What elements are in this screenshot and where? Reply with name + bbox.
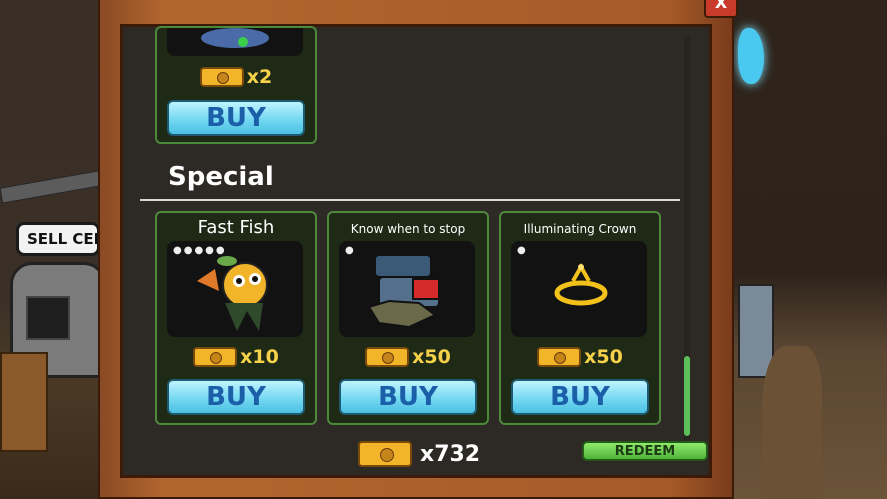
close-button[interactable]: X xyxy=(704,0,738,18)
price: x50 xyxy=(329,346,487,368)
price-text: x2 xyxy=(246,66,273,88)
coin-icon xyxy=(537,347,582,367)
buy-button[interactable]: BUY xyxy=(167,379,305,415)
coin-icon xyxy=(199,67,244,87)
item-image: ●●●●● xyxy=(167,241,303,337)
gadget-icon xyxy=(201,28,269,48)
level-dots: ● xyxy=(345,245,356,256)
divider xyxy=(140,199,680,201)
shop-card-illuminating-crown: Illuminating Crown ● x50 BUY xyxy=(499,211,661,425)
shop-card-top: x2 BUY xyxy=(155,26,317,144)
price: x2 xyxy=(157,66,315,88)
shop-card-know-when-to-stop: Know when to stop ● x50 BUY xyxy=(327,211,489,425)
price: x10 xyxy=(157,346,315,368)
coin-icon xyxy=(365,347,410,367)
item-image: ● xyxy=(511,241,647,337)
level-dots: ●●●●● xyxy=(173,245,227,256)
crown-icon xyxy=(554,262,608,306)
sell-center-sign[interactable]: SELL CENT xyxy=(16,222,100,256)
buy-button[interactable]: BUY xyxy=(511,379,649,415)
redeem-button[interactable]: REDEEM xyxy=(582,441,708,461)
coin-icon xyxy=(193,347,238,367)
coin-icon xyxy=(358,441,412,467)
section-title: Special xyxy=(168,162,274,192)
item-image xyxy=(167,28,303,56)
price-text: x10 xyxy=(240,346,279,368)
scroll-thumb[interactable] xyxy=(684,356,690,436)
robot-helmet-icon xyxy=(367,254,440,329)
buy-button[interactable]: BUY xyxy=(167,100,305,136)
item-image: ● xyxy=(339,241,475,337)
item-title: Fast Fish xyxy=(197,217,275,238)
item-title: Illuminating Crown xyxy=(523,222,637,236)
machine-window xyxy=(26,296,70,340)
level-dots: ● xyxy=(517,245,528,256)
balance-text: x732 xyxy=(420,441,481,467)
item-title: Know when to stop xyxy=(350,222,466,236)
shop-card-fast-fish: Fast Fish ●●●●● x10 BUY xyxy=(155,211,317,425)
rock xyxy=(762,346,822,499)
buy-button[interactable]: BUY xyxy=(339,379,477,415)
price-text: x50 xyxy=(412,346,451,368)
price: x50 xyxy=(501,346,659,368)
price-text: x50 xyxy=(584,346,623,368)
chest-icon[interactable] xyxy=(0,352,48,452)
coin-balance: x732 xyxy=(358,441,480,467)
